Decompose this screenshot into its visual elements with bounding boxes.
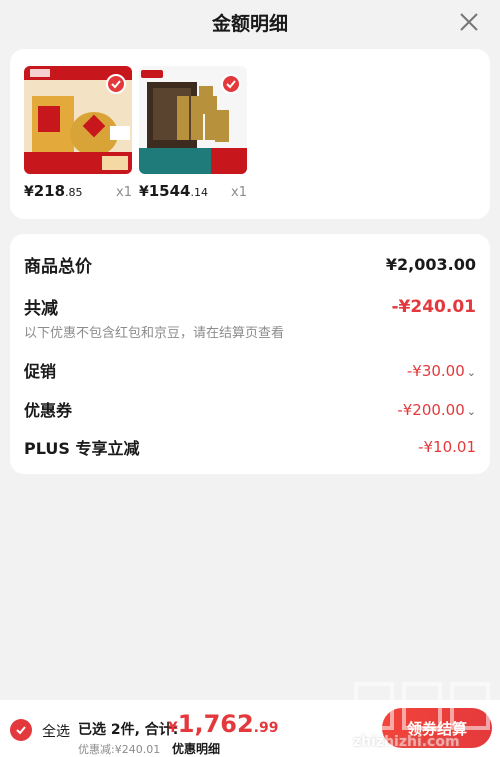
product-qty: x1 — [231, 185, 247, 200]
coupon-row[interactable]: 优惠券 -¥200.00 ⌄ — [24, 397, 476, 421]
promo-value: -¥30.00 — [406, 361, 465, 380]
product-price: ¥1544.14 — [139, 182, 208, 200]
discount-detail-link[interactable]: 优惠明细 — [172, 740, 220, 757]
select-all-label[interactable]: 全选 — [42, 721, 70, 741]
price-summary: 商品总价 ¥2,003.00 共减 -¥240.01 以下优惠不包含红包和京豆，… — [10, 234, 490, 474]
product-image[interactable] — [24, 66, 132, 174]
promo-label: 促销 — [24, 362, 57, 381]
page-title: 金额明细 — [211, 12, 288, 35]
promo-row[interactable]: 促销 -¥30.00 ⌄ — [24, 358, 476, 382]
product-price: ¥218.85 — [24, 182, 83, 200]
coupon-value: -¥200.00 — [397, 400, 465, 419]
product-list: ¥218.85 x1 ¥1544.14 x1 — [10, 49, 490, 219]
close-icon[interactable] — [456, 9, 482, 35]
plus-row: PLUS 专享立减 -¥10.01 — [24, 435, 476, 459]
watermark-logo — [354, 682, 490, 730]
coupon-label: 优惠券 — [24, 401, 73, 420]
total-label: 商品总价 — [24, 257, 92, 277]
total-price: ¥1,762.99 — [168, 710, 279, 738]
plus-label: PLUS 专享立减 — [24, 439, 140, 458]
plus-value: -¥10.01 — [418, 438, 476, 456]
selected-count: 已选 2件, 合计: — [78, 722, 179, 738]
selected-check-icon[interactable] — [221, 74, 241, 94]
reduce-label: 共减 — [24, 299, 58, 319]
total-row: 商品总价 ¥2,003.00 — [24, 252, 476, 277]
product-image[interactable] — [139, 66, 247, 174]
product-qty: x1 — [116, 185, 132, 200]
watermark-text: zhizhizhi.com — [353, 734, 460, 750]
selected-check-icon[interactable] — [106, 74, 126, 94]
total-value: ¥2,003.00 — [385, 255, 476, 274]
product-item[interactable]: ¥218.85 x1 — [24, 66, 132, 200]
header: 金额明细 — [0, 0, 500, 44]
watermark: zhizhizhi.com — [350, 678, 495, 753]
reduce-row: 共减 -¥240.01 — [24, 294, 477, 320]
select-all-check-icon[interactable] — [10, 719, 32, 741]
chevron-down-icon[interactable]: ⌄ — [467, 405, 476, 418]
discount-note: 以下优惠不包含红包和京豆，请在结算页查看 — [24, 326, 285, 341]
reduce-value: -¥240.01 — [391, 296, 477, 317]
discount-amount: 优惠减:¥240.01 — [78, 743, 161, 756]
product-item[interactable]: ¥1544.14 x1 — [139, 66, 247, 200]
chevron-down-icon[interactable]: ⌄ — [467, 366, 476, 379]
